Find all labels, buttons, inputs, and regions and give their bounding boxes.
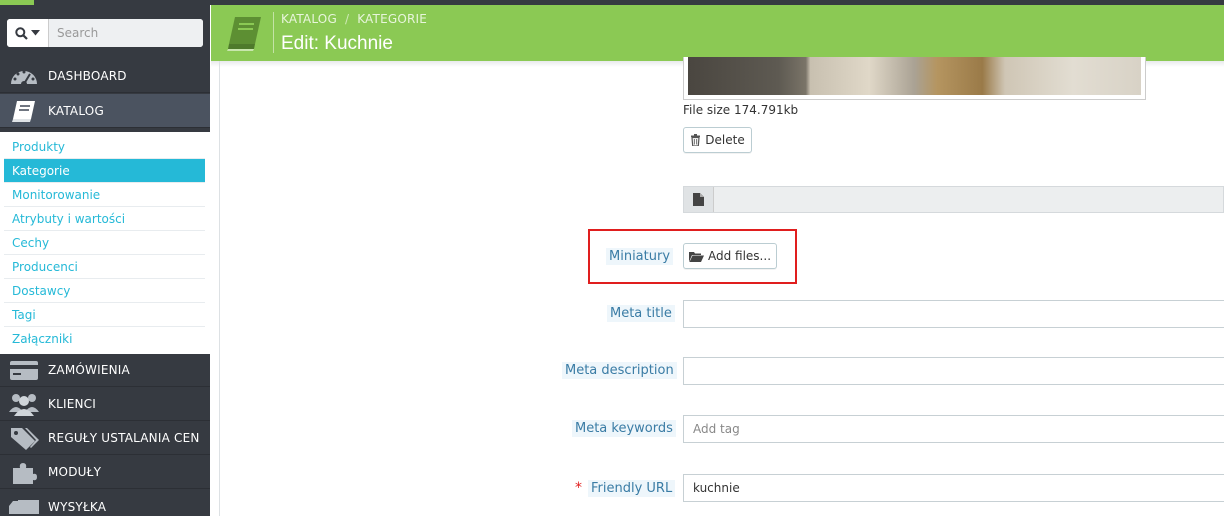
sidebar: DASHBOARD KATALOG Produkty Kategorie Mon… <box>0 5 210 516</box>
tags-icon <box>0 422 48 455</box>
sidebar-item-label: DASHBOARD <box>48 69 127 83</box>
book-icon <box>0 94 48 127</box>
delete-button-label: Delete <box>705 133 745 147</box>
sidebar-item-wysylka[interactable]: WYSYŁKA <box>0 490 210 523</box>
meta-title-input[interactable] <box>683 300 1224 328</box>
delete-image-button[interactable]: Delete <box>683 127 752 153</box>
sidebar-item-reguly[interactable]: REGUŁY USTALANIA CEN <box>0 422 210 455</box>
required-marker: * <box>575 480 582 496</box>
sidebar-item-label: KLIENCI <box>48 397 96 411</box>
submenu-item-cechy[interactable]: Cechy <box>4 231 205 255</box>
submenu-item-tagi[interactable]: Tagi <box>4 303 205 327</box>
file-upload-bar[interactable] <box>683 186 1224 213</box>
sidebar-item-label: KATALOG <box>48 103 104 118</box>
meta-description-input[interactable] <box>683 357 1224 385</box>
trash-icon <box>691 134 701 146</box>
truck-icon <box>0 490 48 523</box>
meta-keywords-input[interactable]: Add tag <box>683 415 1224 443</box>
submenu-item-atrybuty[interactable]: Atrybuty i wartości <box>4 207 205 231</box>
search-input[interactable] <box>49 19 203 47</box>
header-divider <box>273 12 274 53</box>
sidebar-item-label: MODUŁY <box>48 465 102 479</box>
submenu-item-kategorie[interactable]: Kategorie <box>4 159 205 183</box>
sidebar-item-katalog[interactable]: KATALOG <box>0 94 210 128</box>
puzzle-icon <box>0 456 48 489</box>
page-header: KATALOG / KATEGORIE Edit: Kuchnie <box>211 5 1224 61</box>
miniatury-label: Miniatury <box>606 248 674 265</box>
category-image-preview <box>683 57 1146 100</box>
submenu-item-monitorowanie[interactable]: Monitorowanie <box>4 183 205 207</box>
file-icon <box>693 193 704 206</box>
search-icon <box>15 26 28 40</box>
sidebar-item-moduly[interactable]: MODUŁY <box>0 456 210 489</box>
folder-open-icon <box>688 251 704 262</box>
add-files-button[interactable]: Add files... <box>683 243 777 269</box>
friendly-url-input[interactable]: kuchnie <box>683 474 1224 502</box>
sidebar-item-label: WYSYŁKA <box>48 499 107 514</box>
submenu-item-zalaczniki[interactable]: Załączniki <box>4 327 205 351</box>
file-size-text: File size 174.791kb <box>683 103 799 117</box>
add-files-label: Add files... <box>707 249 772 263</box>
breadcrumb-separator: / <box>344 12 350 26</box>
meta-description-label: Meta description <box>562 362 677 379</box>
submenu-item-produkty[interactable]: Produkty <box>4 135 205 159</box>
panel-border <box>219 61 220 516</box>
dashboard-icon <box>0 60 48 93</box>
sidebar-item-label: ZAMÓWIENIA <box>48 363 130 377</box>
friendly-url-label: Friendly URL <box>588 480 676 497</box>
breadcrumb-kategorie[interactable]: KATEGORIE <box>357 12 427 26</box>
page-title: Edit: Kuchnie <box>281 33 393 54</box>
file-select-button[interactable] <box>684 187 714 212</box>
breadcrumb: KATALOG / KATEGORIE <box>281 12 427 26</box>
sidebar-item-dashboard[interactable]: DASHBOARD <box>0 60 210 93</box>
meta-title-label: Meta title <box>607 305 675 322</box>
category-image <box>688 57 1141 95</box>
catalog-submenu: Produkty Kategorie Monitorowanie Atrybut… <box>0 132 210 354</box>
search-type-button[interactable] <box>7 19 49 47</box>
users-icon <box>0 388 48 421</box>
breadcrumb-katalog[interactable]: KATALOG <box>281 12 337 26</box>
book-icon <box>224 13 264 53</box>
caret-down-icon <box>31 30 40 36</box>
submenu-item-producenci[interactable]: Producenci <box>4 255 205 279</box>
meta-keywords-label: Meta keywords <box>572 420 676 437</box>
submenu-item-dostawcy[interactable]: Dostawcy <box>4 279 205 303</box>
sidebar-item-klienci[interactable]: KLIENCI <box>0 388 210 421</box>
search-box <box>7 19 203 47</box>
sidebar-item-zamowienia[interactable]: ZAMÓWIENIA <box>0 354 210 387</box>
credit-card-icon <box>0 354 48 387</box>
sidebar-item-label: REGUŁY USTALANIA CEN <box>48 431 200 445</box>
